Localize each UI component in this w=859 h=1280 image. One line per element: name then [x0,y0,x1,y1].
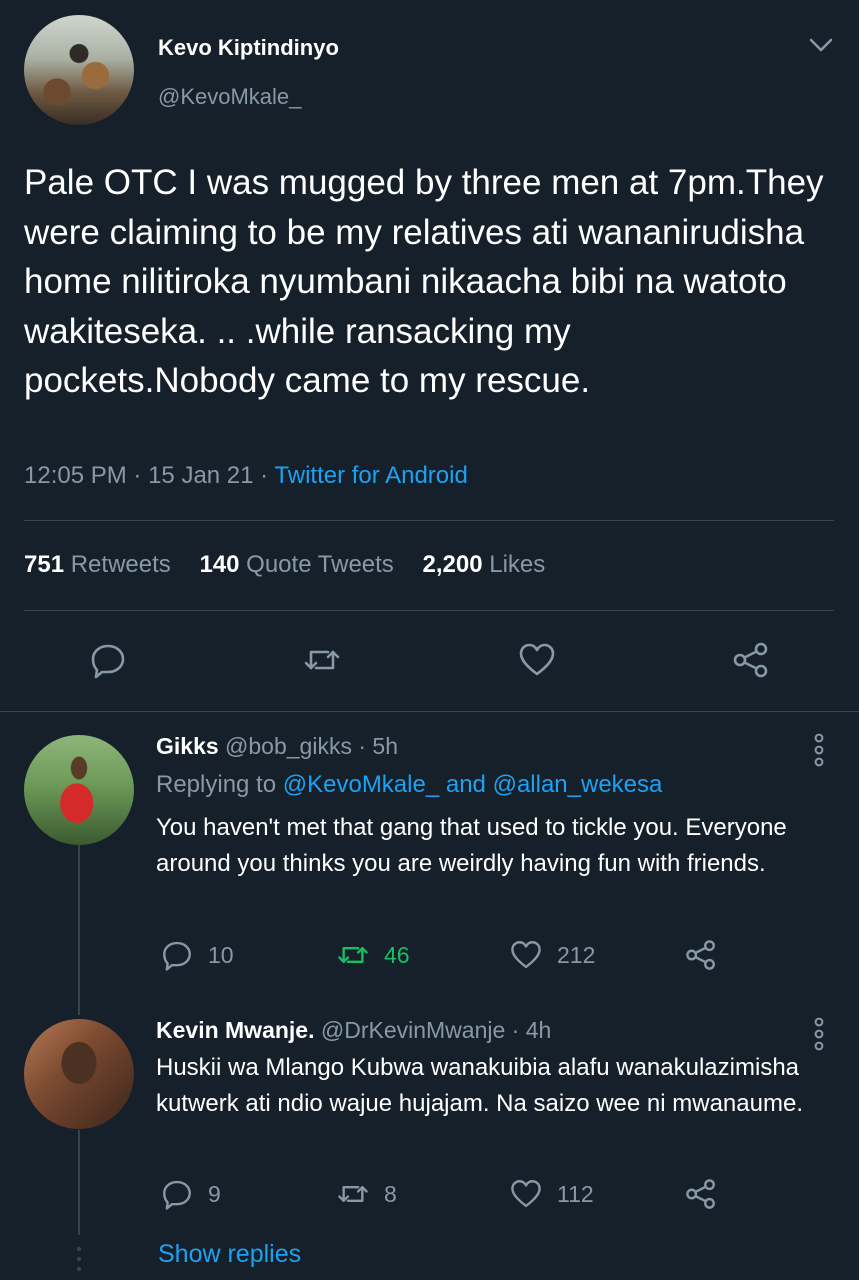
more-icon[interactable] [812,1017,826,1051]
more-icon[interactable] [812,733,826,767]
like-count: 212 [557,941,596,968]
tweet-stats: 751 Retweets 140 Quote Tweets 2,200 Like… [24,551,545,579]
like-button[interactable]: 212 [509,938,595,972]
thread-line [78,845,80,1015]
tweet-date: 15 Jan 21 [148,462,254,489]
reply-handle: @DrKevinMwanje [320,1017,506,1043]
tweet-time: 12:05 PM [24,462,127,489]
reply-handle: @bob_gikks [225,733,352,759]
reply-name: Kevin Mwanje. [156,1017,315,1043]
retweets-count: 751 [24,551,65,578]
meta-separator: · [133,462,142,489]
meta-separator: · [260,462,269,489]
replying-user-link[interactable]: @allan_wekesa [493,771,663,798]
reply-text: You haven't met that gang that used to t… [156,814,787,877]
share-icon[interactable] [684,1177,718,1211]
quotes-stat[interactable]: 140 Quote Tweets [199,551,393,578]
retweet-button[interactable]: 46 [336,938,410,972]
reply-icon[interactable] [88,640,128,680]
share-icon[interactable] [731,640,771,680]
author-name[interactable]: Kevo Kiptindinyo [158,35,339,61]
tweet-source-link[interactable]: Twitter for Android [274,462,467,489]
like-icon [511,1180,541,1208]
replying-to: Replying to @KevoMkale_ and @allan_wekes… [156,771,662,799]
thread-dots-icon [76,1246,82,1272]
retweet-count: 8 [384,1180,397,1207]
replying-user-link[interactable]: @KevoMkale_ [283,771,439,798]
reply-avatar[interactable] [24,735,134,845]
quotes-count: 140 [199,551,240,578]
reply-author[interactable]: Kevin Mwanje. @DrKevinMwanje · 4h [156,1017,551,1044]
reply-button[interactable]: 10 [160,938,234,972]
replying-and[interactable]: and [446,771,486,798]
likes-count: 2,200 [422,551,483,578]
retweets-label: Retweets [70,551,171,578]
likes-label: Likes [489,551,546,578]
share-icon[interactable] [684,938,718,972]
show-replies-link[interactable]: Show replies [158,1240,301,1269]
like-count: 112 [557,1180,594,1207]
reply-text: Huskii wa Mlango Kubwa wanakuibia alafu … [156,1054,803,1117]
replying-prefix: Replying to [156,771,277,798]
reply-avatar[interactable] [24,1019,134,1129]
reply-count: 10 [208,941,234,968]
meta-separator: · [511,1017,520,1043]
divider [24,610,834,611]
retweet-count: 46 [384,941,410,968]
retweet-icon[interactable] [302,640,342,680]
reply-icon [163,1180,191,1210]
author-handle[interactable]: @KevoMkale_ [158,84,301,110]
divider [0,711,859,712]
divider [24,520,834,521]
likes-stat[interactable]: 2,200 Likes [422,551,545,578]
retweets-stat[interactable]: 751 Retweets [24,551,171,578]
reply-icon [163,941,191,971]
thread-line [78,1130,80,1235]
reply-button[interactable]: 9 [160,1177,221,1211]
like-icon[interactable] [517,640,557,680]
tweet-text: Pale OTC I was mugged by three men at 7p… [24,163,824,400]
like-button[interactable]: 112 [509,1177,594,1211]
reply-time: 5h [372,733,399,759]
reply-count: 9 [208,1180,221,1207]
like-icon [511,941,541,969]
tweet-meta: 12:05 PM · 15 Jan 21 · Twitter for Andro… [24,462,468,490]
chevron-down-icon[interactable] [808,34,834,56]
meta-separator: · [358,733,367,759]
retweet-icon [338,947,368,963]
reply-time: 4h [525,1017,552,1043]
quotes-label: Quote Tweets [246,551,394,578]
retweet-button[interactable]: 8 [336,1177,397,1211]
retweet-icon [338,1186,368,1202]
reply-name: Gikks [156,733,219,759]
author-avatar[interactable] [24,15,134,125]
reply-author[interactable]: Gikks @bob_gikks · 5h [156,733,398,760]
